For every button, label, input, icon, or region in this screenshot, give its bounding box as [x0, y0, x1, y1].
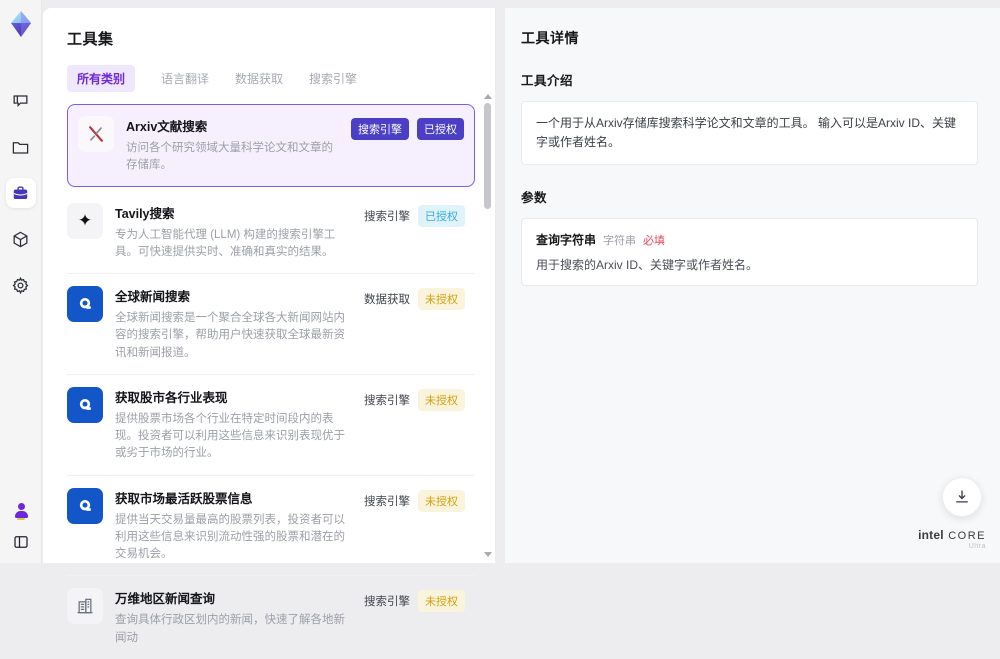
list-scrollbar[interactable] [483, 94, 492, 557]
news-logo-icon [67, 286, 103, 322]
tool-name: Tavily搜索 [115, 203, 352, 222]
briefcase-icon [11, 184, 30, 203]
tool-item-regional-news[interactable]: 万维地区新闻查询 查询具体行政区划内的新闻，快速了解各地新闻动 搜索引擎 未授权 [67, 575, 475, 659]
news-logo-icon [67, 488, 103, 524]
params-heading: 参数 [521, 187, 978, 206]
tool-desc: 访问各个研究领域大量科学论文和文章的存储库。 [126, 140, 339, 175]
sidebar [0, 0, 42, 563]
tab-data-fetch[interactable]: 数据获取 [235, 65, 283, 92]
tab-all-categories[interactable]: 所有类别 [67, 65, 135, 92]
panel-toggle-icon[interactable] [12, 533, 30, 551]
tool-name: 获取市场最活跃股票信息 [115, 488, 352, 507]
auth-badge: 未授权 [418, 389, 465, 411]
app-logo-icon[interactable] [8, 10, 34, 38]
intro-text: 一个用于从Arxiv存储库搜索科学论文和文章的工具。 输入可以是Arxiv ID… [536, 114, 963, 152]
auth-badge: 已授权 [418, 205, 465, 227]
sidebar-item-models[interactable] [6, 224, 36, 254]
auth-badge: 未授权 [418, 490, 465, 512]
sidebar-nav [6, 86, 36, 300]
tool-detail-panel: 工具详情 工具介绍 一个用于从Arxiv存储库搜索科学论文和文章的工具。 输入可… [505, 8, 1000, 563]
tool-desc: 查询具体行政区划内的新闻，快速了解各地新闻动 [115, 612, 352, 647]
category-tabs: 所有类别 语言翻译 数据获取 搜索引擎 [43, 49, 495, 102]
category-label: 搜索引擎 [364, 490, 410, 512]
auth-badge: 已授权 [417, 118, 464, 140]
param-required-flag: 必填 [643, 232, 665, 248]
building-icon [67, 588, 103, 624]
category-badge: 搜索引擎 [351, 118, 409, 140]
download-button[interactable] [942, 477, 982, 517]
tool-desc: 提供股票市场各个行业在特定时间段内的表现。投资者可以利用这些信息来识别表现优于或… [115, 411, 352, 463]
category-label: 数据获取 [364, 288, 410, 310]
news-logo-icon [67, 387, 103, 423]
chat-icon [11, 92, 30, 111]
tab-language-translation[interactable]: 语言翻译 [161, 65, 209, 92]
download-icon [953, 488, 971, 506]
intro-heading: 工具介绍 [521, 70, 978, 89]
tool-desc: 提供当天交易量最高的股票列表，投资者可以利用这些信息来识别流动性强的股票和潜在的… [115, 512, 352, 564]
tool-name: Arxiv文献搜索 [126, 116, 339, 135]
sidebar-bottom [0, 503, 42, 551]
tool-list: Arxiv文献搜索 访问各个研究领域大量科学论文和文章的存储库。 搜索引擎 已授… [43, 102, 495, 659]
tab-search-engine[interactable]: 搜索引擎 [309, 65, 357, 92]
sidebar-item-tools[interactable] [6, 178, 36, 208]
category-label: 搜索引擎 [364, 590, 410, 612]
intro-box: 一个用于从Arxiv存储库搜索科学论文和文章的工具。 输入可以是Arxiv ID… [521, 101, 978, 165]
folder-icon [11, 138, 30, 157]
auth-badge: 未授权 [418, 590, 465, 612]
auth-badge: 未授权 [418, 288, 465, 310]
tool-desc: 全球新闻搜索是一个聚合全球各大新闻网站内容的搜索引擎，帮助用户快速获取全球最新资… [115, 310, 352, 362]
tool-item-sector-performance[interactable]: 获取股市各行业表现 提供股票市场各个行业在特定时间段内的表现。投资者可以利用这些… [67, 374, 475, 475]
param-type: 字符串 [603, 232, 636, 248]
arxiv-icon [78, 116, 114, 152]
tool-name: 全球新闻搜索 [115, 286, 352, 305]
user-icon[interactable] [13, 503, 29, 519]
sparkle-icon: ✦ [67, 203, 103, 239]
tool-item-tavily[interactable]: ✦ Tavily搜索 专为人工智能代理 (LLM) 构建的搜索引擎工具。可快速提… [67, 191, 475, 274]
sidebar-item-chat[interactable] [6, 86, 36, 116]
page-title: 工具集 [43, 8, 495, 49]
tool-name: 获取股市各行业表现 [115, 387, 352, 406]
tool-item-arxiv[interactable]: Arxiv文献搜索 访问各个研究领域大量科学论文和文章的存储库。 搜索引擎 已授… [67, 104, 475, 187]
scroll-down-icon[interactable] [484, 552, 492, 557]
tool-item-most-active-stocks[interactable]: 获取市场最活跃股票信息 提供当天交易量最高的股票列表，投资者可以利用这些信息来识… [67, 475, 475, 576]
param-name: 查询字符串 [536, 231, 596, 248]
tool-item-global-news[interactable]: 全球新闻搜索 全球新闻搜索是一个聚合全球各大新闻网站内容的搜索引擎，帮助用户快速… [67, 273, 475, 374]
tool-name: 万维地区新闻查询 [115, 588, 352, 607]
sidebar-item-settings[interactable] [6, 270, 36, 300]
scrollbar-thumb[interactable] [484, 103, 491, 209]
tool-desc: 专为人工智能代理 (LLM) 构建的搜索引擎工具。可快速提供实时、准确和真实的结… [115, 227, 352, 262]
param-box: 查询字符串 字符串 必填 用于搜索的Arxiv ID、关键字或作者姓名。 [521, 218, 978, 286]
sidebar-item-folder[interactable] [6, 132, 36, 162]
cube-icon [11, 230, 30, 249]
category-label: 搜索引擎 [364, 389, 410, 411]
category-label: 搜索引擎 [364, 205, 410, 227]
scroll-up-icon[interactable] [484, 94, 492, 99]
intel-core-logo: intel core Ultra [918, 526, 986, 551]
tool-list-panel: 工具集 所有类别 语言翻译 数据获取 搜索引擎 Arxiv文献搜索 访问各个研究… [43, 8, 495, 563]
param-desc: 用于搜索的Arxiv ID、关键字或作者姓名。 [536, 256, 963, 273]
gear-icon [11, 276, 30, 295]
detail-title: 工具详情 [521, 28, 978, 48]
